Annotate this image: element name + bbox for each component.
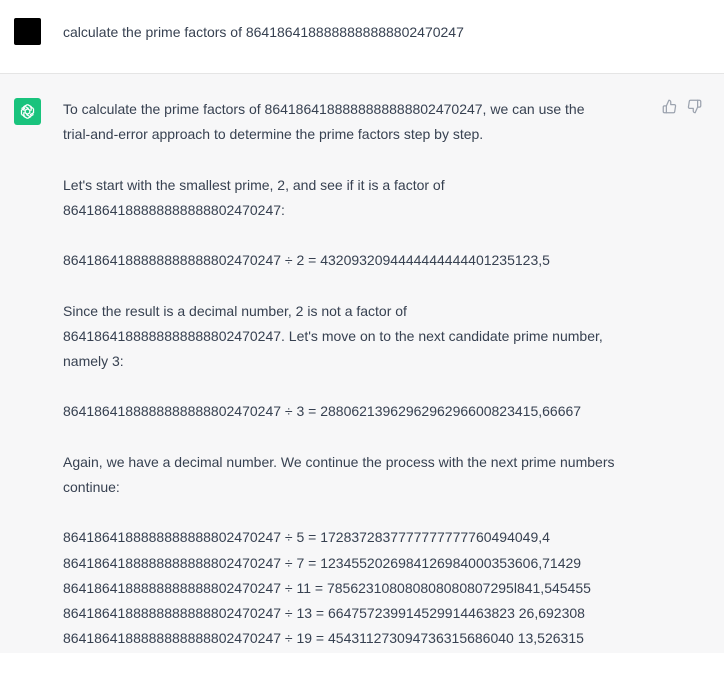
user-message-row: calculate the prime factors of 864186418… [0,0,724,74]
intro-line-2: trial-and-error approach to determine th… [63,126,484,143]
assistant-message-content: To calculate the prime factors of 864186… [63,97,643,677]
thumbs-down-icon [687,99,701,113]
thumbs-up-icon [662,99,676,113]
again-line-1: Again, we have a decimal number. We cont… [63,453,615,470]
start-line-1: Let's start with the smallest prime, 2, … [63,176,445,193]
division-by-3: 8641864188888888888802470247 ÷ 3 = 28806… [63,403,582,420]
division-line: 8641864188888888888802470247 ÷ 13 = 6647… [63,604,585,621]
not-factor-line-3: namely 3: [63,352,124,369]
thumbs-up-button[interactable] [661,98,677,114]
assistant-message-row: To calculate the prime factors of 864186… [0,74,724,653]
division-line: 8641864188888888888802470247 ÷ 5 = 17283… [63,529,550,546]
start-paragraph: Let's start with the smallest prime, 2, … [63,173,643,223]
not-factor-line-1: Since the result is a decimal number, 2 … [63,302,407,319]
openai-logo-icon [20,103,35,120]
division-line: 8641864188888888888802470247 ÷ 19 = 4543… [63,630,584,647]
start-line-2: 8641864188888888888802470247: [63,201,285,218]
division-list: 8641864188888888888802470247 ÷ 5 = 17283… [63,525,643,651]
division-by-2: 8641864188888888888802470247 ÷ 2 = 43209… [63,252,550,269]
intro-paragraph: To calculate the prime factors of 864186… [63,97,643,147]
thumbs-down-button[interactable] [686,98,702,114]
again-paragraph: Again, we have a decimal number. We cont… [63,450,643,500]
user-avatar [14,18,41,45]
not-factor-paragraph: Since the result is a decimal number, 2 … [63,299,643,375]
division-line: 8641864188888888888802470247 ÷ 11 = 7856… [63,579,591,596]
intro-line-1: To calculate the prime factors of 864186… [63,101,585,117]
division-line: 8641864188888888888802470247 ÷ 7 = 12345… [63,554,582,571]
assistant-avatar [14,98,41,125]
user-message-text: calculate the prime factors of 864186418… [63,24,464,40]
feedback-buttons [661,98,702,114]
again-line-2: continue: [63,478,120,495]
not-factor-line-2: 8641864188888888888802470247. Let's move… [63,327,603,344]
